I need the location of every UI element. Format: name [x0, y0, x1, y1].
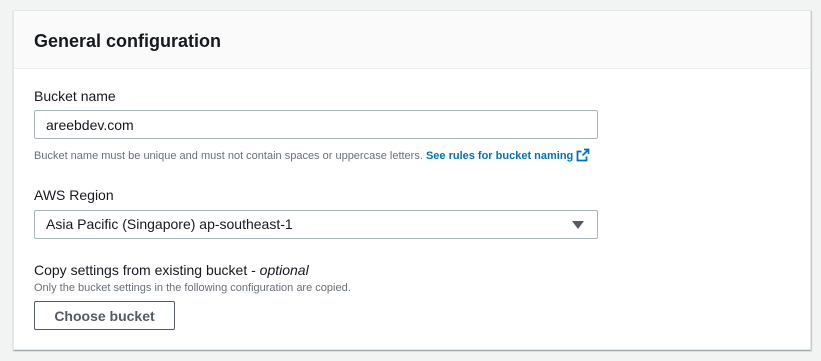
bucket-name-hint: Bucket name must be unique and must not … [34, 148, 590, 166]
panel-header: General configuration [14, 11, 810, 69]
choose-bucket-button[interactable]: Choose bucket [34, 301, 175, 330]
copy-settings-hint: Only the bucket settings in the followin… [34, 282, 351, 294]
copy-settings-label: Copy settings from existing bucket - opt… [34, 261, 309, 279]
bucket-name-hint-text: Bucket name must be unique and must not … [34, 150, 423, 162]
bucket-naming-rules-link-label: See rules for bucket naming [425, 150, 574, 162]
panel-title: General configuration [34, 31, 222, 51]
aws-region-label: AWS Region [34, 187, 114, 203]
bucket-name-input[interactable] [34, 110, 598, 139]
aws-region-selected-value: Asia Pacific (Singapore) ap-southeast-1 [46, 216, 293, 232]
caret-down-icon [572, 221, 584, 229]
bucket-name-label: Bucket name [34, 88, 116, 104]
bucket-naming-rules-link[interactable]: See rules for bucket naming [425, 148, 590, 162]
aws-region-select[interactable]: Asia Pacific (Singapore) ap-southeast-1 [34, 210, 598, 239]
general-configuration-panel: General configuration Bucket name Bucket… [13, 10, 811, 350]
copy-settings-label-text: Copy settings from existing bucket - [34, 262, 260, 278]
copy-settings-optional-text: optional [259, 262, 309, 278]
external-link-icon [576, 148, 590, 166]
